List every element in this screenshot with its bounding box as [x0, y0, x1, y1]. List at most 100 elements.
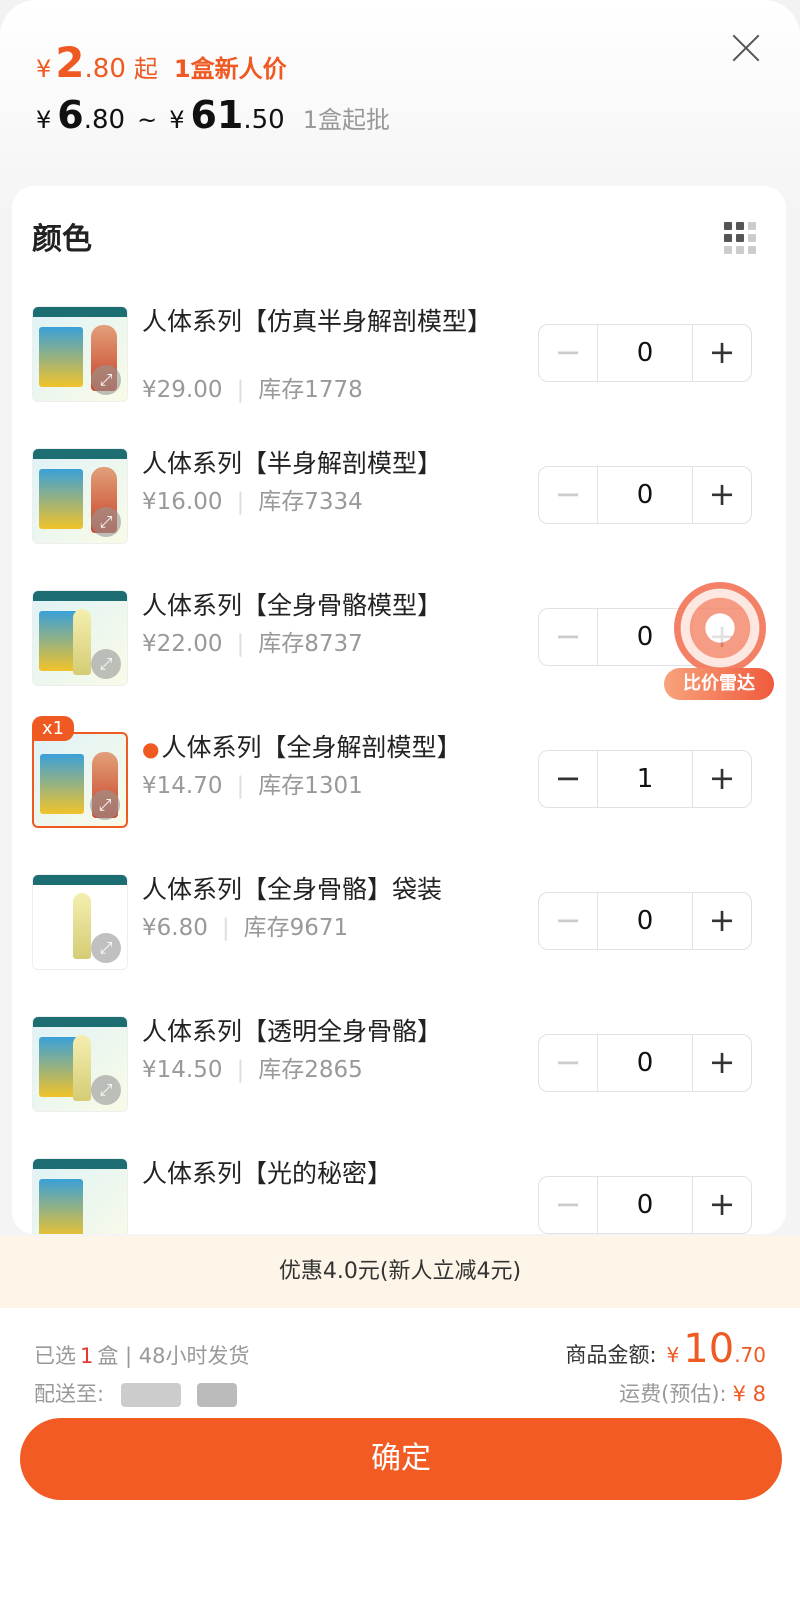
- price-integer: 2: [55, 38, 85, 87]
- decrement-button[interactable]: −: [539, 1177, 597, 1233]
- increment-button[interactable]: +: [693, 893, 751, 949]
- ship-to[interactable]: 配送至:: [34, 1378, 238, 1408]
- quantity-stepper: − 0 +: [538, 1176, 752, 1234]
- currency-symbol: ¥: [36, 55, 52, 83]
- price-suffix: 起: [133, 55, 158, 83]
- quantity-value[interactable]: 1: [597, 751, 693, 807]
- quantity-stepper: − 0 +: [538, 1034, 752, 1092]
- price-range: ¥ 6 .80 ~ ¥ 61 .50 1盒起批: [36, 93, 390, 137]
- quantity-stepper: − 0 +: [538, 892, 752, 950]
- item-price: ¥16.00: [142, 489, 223, 515]
- item-meta: ¥6.80 | 库存9671: [142, 915, 349, 941]
- currency-symbol: ¥: [36, 106, 52, 134]
- product-thumbnail[interactable]: ⤢: [32, 874, 128, 970]
- price-decimal: .80: [84, 54, 126, 84]
- expand-icon[interactable]: ⤢: [91, 365, 121, 395]
- quantity-value[interactable]: 0: [597, 467, 693, 523]
- fire-icon: ●: [142, 737, 160, 761]
- section-title: 颜色: [32, 222, 92, 257]
- increment-button[interactable]: +: [693, 1035, 751, 1091]
- total-label: 商品金额:: [565, 1343, 657, 1367]
- product-thumbnail[interactable]: ⤢: [32, 306, 128, 402]
- item-name: 人体系列【仿真半身解剖模型】: [142, 307, 493, 336]
- range-min-integer: 6: [57, 93, 84, 137]
- confirm-button[interactable]: 确定: [20, 1418, 782, 1500]
- product-thumbnail[interactable]: ⤢: [32, 590, 128, 686]
- increment-button[interactable]: +: [693, 751, 751, 807]
- quantity-stepper: − 0 +: [538, 324, 752, 382]
- item-name: ●人体系列【全身解剖模型】: [142, 732, 532, 765]
- ship-to-label: 配送至:: [34, 1382, 105, 1406]
- freight-estimate: 运费(预估): ¥ 8: [619, 1378, 766, 1408]
- product-thumbnail[interactable]: [32, 1158, 128, 1234]
- increment-button[interactable]: +: [693, 1177, 751, 1233]
- item-meta: ¥22.00 | 库存8737: [142, 631, 363, 657]
- item-name: 人体系列【全身骨骼模型】: [142, 591, 443, 620]
- radar-icon: [674, 582, 766, 674]
- increment-button[interactable]: +: [693, 467, 751, 523]
- decrement-button[interactable]: −: [539, 1035, 597, 1091]
- item-stock: 库存2865: [258, 1057, 363, 1083]
- item-name: 人体系列【半身解剖模型】: [142, 449, 443, 478]
- range-min-decimal: .80: [83, 105, 126, 135]
- item-meta: ¥14.70 | 库存1301: [142, 773, 363, 799]
- options-card: 颜色 ⤢ 人体系列【仿真半身解剖模型】 ¥29.00 | 库存1778 − 0 +: [12, 186, 786, 1234]
- quantity-value[interactable]: 0: [597, 1177, 693, 1233]
- expand-icon[interactable]: ⤢: [91, 507, 121, 537]
- selected-prefix: 已选: [34, 1344, 76, 1368]
- decrement-button[interactable]: −: [539, 467, 597, 523]
- expand-icon[interactable]: ⤢: [91, 1075, 121, 1105]
- quantity-value[interactable]: 0: [597, 1035, 693, 1091]
- range-tilde: ~: [137, 106, 158, 134]
- expand-icon[interactable]: ⤢: [91, 649, 121, 679]
- item-name: 人体系列【透明全身骨骼】: [142, 1017, 443, 1046]
- item-name: 人体系列【光的秘密】: [142, 1159, 393, 1188]
- item-stock: 库存7334: [258, 489, 363, 515]
- goods-total: 商品金额: ¥ 10 .70: [565, 1326, 766, 1372]
- product-thumbnail[interactable]: ⤢: [32, 1016, 128, 1112]
- item-price: ¥6.80: [142, 915, 208, 941]
- item-meta: ¥16.00 | 库存7334: [142, 489, 363, 515]
- redacted-address: [120, 1383, 181, 1407]
- quantity-stepper: − 0 +: [538, 466, 752, 524]
- list-item: ⤢ 人体系列【全身骨骼模型】 ¥22.00|库存8737 − 0 +: [32, 590, 772, 700]
- decrement-button[interactable]: −: [539, 609, 597, 665]
- expand-icon[interactable]: ⤢: [90, 790, 120, 820]
- list-item: ⤢ 人体系列【仿真半身解剖模型】 ¥29.00 | 库存1778 − 0 +: [32, 306, 772, 416]
- new-user-price: ¥ 2 .80 起 1盒新人价: [36, 38, 390, 87]
- currency-symbol: ¥: [169, 106, 185, 134]
- decrement-button[interactable]: −: [539, 751, 597, 807]
- grid-view-icon[interactable]: [724, 222, 756, 254]
- radar-label: 比价雷达: [664, 668, 774, 700]
- list-item-selected: ⤢ x1 ●人体系列【全身解剖模型】 ¥14.70 | 库存1301 − 1 +: [32, 716, 772, 842]
- item-stock: 库存1778: [258, 377, 363, 403]
- item-name-text: 人体系列【全身解剖模型】: [161, 733, 462, 762]
- item-stock: 库存1301: [258, 773, 363, 799]
- item-meta: ¥14.50 | 库存2865: [142, 1057, 363, 1083]
- quantity-value[interactable]: 0: [597, 325, 693, 381]
- item-price: ¥22.00: [142, 631, 223, 657]
- list-item: ⤢ 人体系列【透明全身骨骼】 ¥14.50 | 库存2865 − 0 +: [32, 1016, 772, 1126]
- increment-button[interactable]: +: [693, 325, 751, 381]
- decrement-button[interactable]: −: [539, 325, 597, 381]
- list-item: ⤢ 人体系列【全身骨骼】袋装 ¥6.80 | 库存9671 − 0 +: [32, 874, 772, 984]
- new-user-label: 1盒新人价: [173, 55, 287, 83]
- total-integer: 10: [683, 1326, 735, 1372]
- item-price: ¥14.70: [142, 773, 223, 799]
- item-stock: 库存9671: [243, 915, 349, 941]
- price-radar-button[interactable]: 比价雷达: [664, 582, 774, 702]
- list-item: 人体系列【光的秘密】 − 0 +: [32, 1158, 772, 1234]
- decrement-button[interactable]: −: [539, 893, 597, 949]
- price-header: ¥ 2 .80 起 1盒新人价 ¥ 6 .80 ~ ¥ 61 .50 1盒起批: [36, 38, 390, 137]
- product-thumbnail[interactable]: ⤢: [32, 448, 128, 544]
- quantity-value[interactable]: 0: [597, 893, 693, 949]
- close-icon[interactable]: [728, 30, 764, 66]
- freight-value: ¥ 8: [732, 1382, 766, 1406]
- item-meta: ¥29.00 | 库存1778: [142, 377, 363, 403]
- range-max-decimal: .50: [243, 105, 285, 135]
- total-decimal: .70: [734, 1343, 766, 1367]
- product-thumbnail[interactable]: ⤢: [32, 732, 128, 828]
- promo-bar: 优惠4.0元(新人立减4元): [0, 1236, 800, 1308]
- expand-icon[interactable]: ⤢: [91, 933, 121, 963]
- selected-suffix: 盒 | 48小时发货: [97, 1344, 250, 1368]
